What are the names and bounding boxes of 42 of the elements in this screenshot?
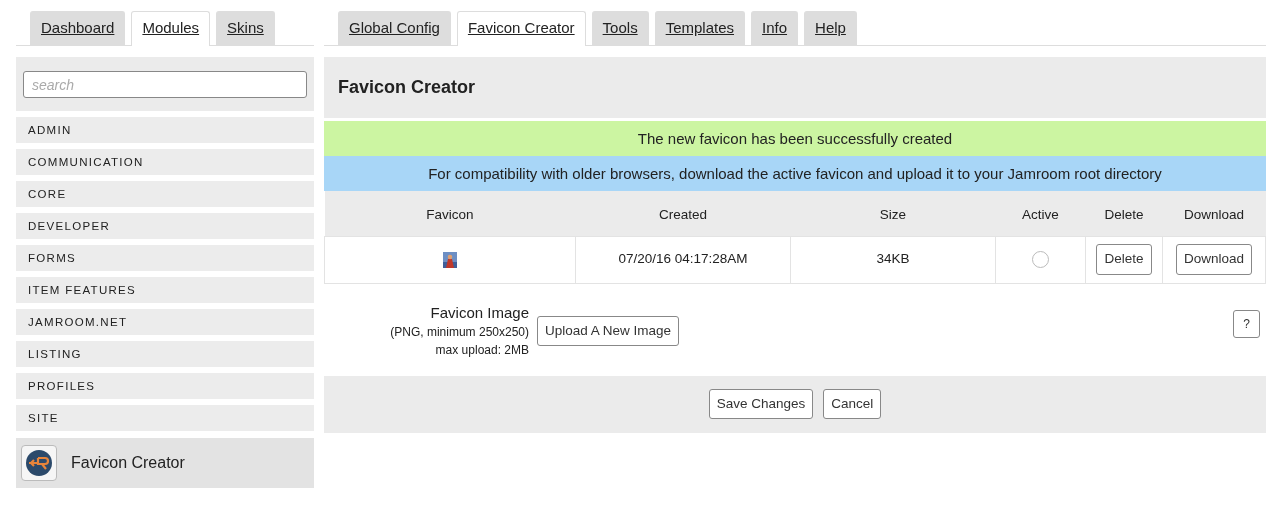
- hint-text: max upload: 2MB: [434, 343, 529, 359]
- success-message: The new favicon has been successfully created: [324, 121, 1266, 156]
- category-item[interactable]: ADMIN: [16, 117, 314, 143]
- column-header: Delete: [1085, 191, 1163, 236]
- tab[interactable]: Dashboard: [30, 10, 126, 45]
- field-label: Favicon Image: [429, 303, 529, 323]
- tab[interactable]: Tools: [591, 10, 649, 45]
- table-cell: 07/20/16 04:17:28AM: [575, 236, 791, 283]
- category-item[interactable]: PROFILES: [16, 373, 314, 399]
- category-item[interactable]: JAMROOM.NET: [16, 309, 314, 335]
- column-header: Created: [575, 191, 791, 236]
- category-item[interactable]: COMMUNICATION: [16, 149, 314, 175]
- info-message: For compatibility with older browsers, download the active favicon and upload it to your Jamroom root directory: [324, 156, 1266, 191]
- module-item[interactable]: Favicon Creator: [16, 438, 314, 488]
- delete-button[interactable]: Delete: [1096, 244, 1152, 275]
- help-button[interactable]: ?: [1233, 309, 1260, 338]
- category-item[interactable]: LISTING: [16, 341, 314, 367]
- category-item[interactable]: FORMS: [16, 245, 314, 271]
- column-header: Size: [790, 191, 996, 236]
- save-button[interactable]: Save Changes: [708, 388, 814, 420]
- column-header: Favicon: [324, 191, 576, 236]
- tab[interactable]: Templates: [654, 10, 745, 45]
- tab[interactable]: Skins: [216, 10, 275, 45]
- download-button[interactable]: Download: [1175, 244, 1252, 275]
- category-item[interactable]: SITE: [16, 405, 314, 431]
- tab[interactable]: Modules: [131, 10, 211, 46]
- tab[interactable]: Info: [751, 10, 799, 45]
- category-item[interactable]: ITEM FEATURES: [16, 277, 314, 303]
- search-field[interactable]: search: [23, 71, 307, 98]
- page-title: Favicon Creator: [324, 57, 1266, 118]
- category-item[interactable]: CORE: [16, 181, 314, 207]
- module-icon: [25, 449, 53, 477]
- tab[interactable]: Global Config: [338, 10, 451, 45]
- table-cell: 34KB: [790, 236, 996, 283]
- upload-button[interactable]: Upload A New Image: [537, 315, 680, 346]
- column-header: Download: [1162, 191, 1266, 236]
- cancel-button[interactable]: Cancel: [823, 388, 882, 420]
- tab[interactable]: Favicon Creator: [456, 10, 586, 46]
- category-item[interactable]: DEVELOPER: [16, 213, 314, 239]
- column-header: Active: [995, 191, 1086, 236]
- tab[interactable]: Help: [804, 10, 857, 45]
- hint-text: (PNG, minimum 250x250): [389, 325, 529, 341]
